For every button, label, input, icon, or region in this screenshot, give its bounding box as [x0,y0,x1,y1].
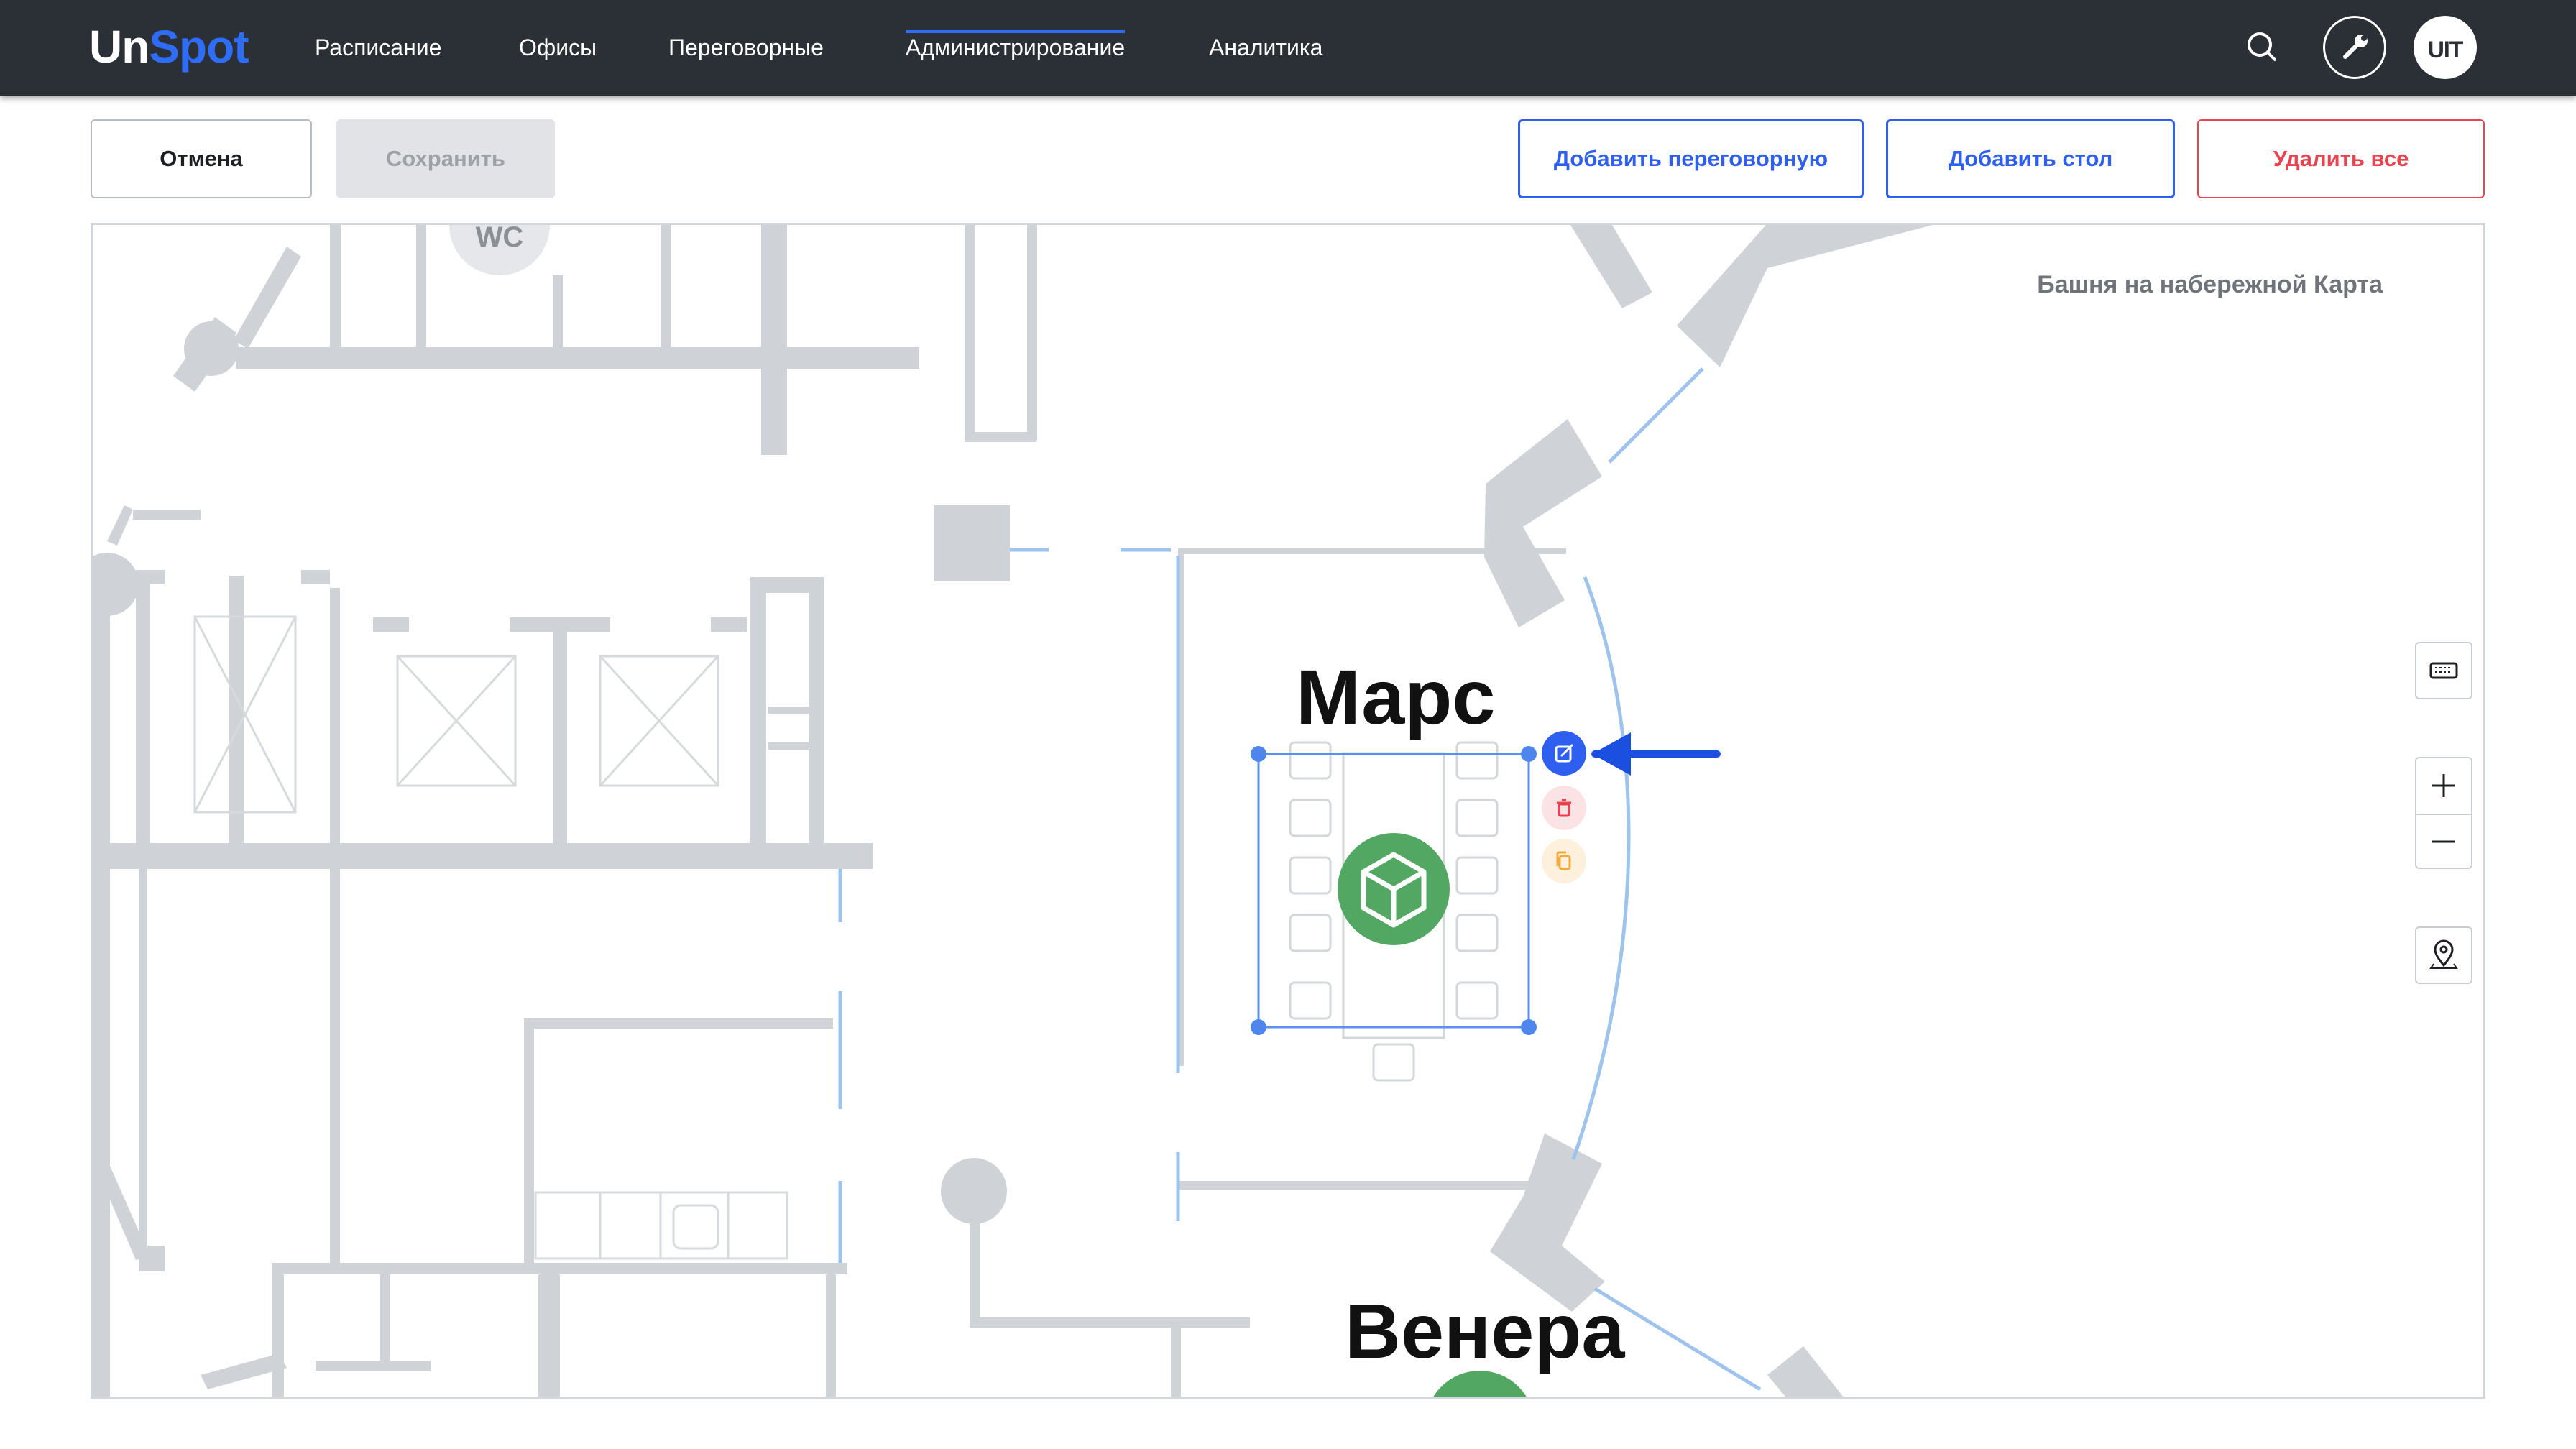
zoom-control [2415,757,2472,869]
pointer-arrow [1591,732,1721,776]
nav-offices[interactable]: Офисы [519,34,597,61]
trash-icon [1557,799,1571,817]
wc-label: WC [476,225,524,253]
floor-plan: WC [93,225,1933,1397]
cancel-button[interactable]: Отмена [91,119,312,198]
zoom-in-button[interactable] [2416,758,2471,813]
delete-room-button[interactable] [1542,786,1586,830]
edit-room-button[interactable] [1542,731,1586,776]
user-avatar[interactable]: UIT [2414,16,2477,79]
room-label-mars[interactable]: Марс [1296,652,1495,742]
copy-icon [1556,851,1571,870]
save-button[interactable]: Сохранить [336,119,555,198]
zoom-out-icon [2432,840,2455,843]
location-pin-icon [2429,939,2458,969]
keyboard-icon [2429,662,2458,679]
settings-tools-button[interactable] [2323,16,2386,79]
unspot-logo[interactable]: UnSpot [89,20,249,73]
delete-all-button[interactable]: Удалить все [2197,119,2485,198]
nav-analytics[interactable]: Аналитика [1209,34,1322,61]
add-meeting-room-button[interactable]: Добавить переговорную [1518,119,1864,198]
keyboard-toggle-control[interactable] [2415,642,2472,699]
nav-administration[interactable]: Администрирование [906,30,1126,61]
avatar-initials: UIT [2427,37,2464,63]
edit-icon [1555,744,1573,763]
search-icon [2248,32,2276,61]
search-button[interactable] [2231,16,2294,79]
walls [93,225,1933,1397]
floor-map-canvas[interactable]: WC Башня на набережной Карта Марс Венера [91,223,2485,1399]
copy-room-button[interactable] [1542,839,1586,883]
nav-meeting-rooms[interactable]: Переговорные [668,34,824,61]
logo-un-text: Un [89,21,150,73]
wrench-icon [2343,34,2368,59]
room-marker-mars[interactable] [1338,833,1450,945]
add-desk-button[interactable]: Добавить стол [1886,119,2175,198]
zoom-out-button[interactable] [2416,814,2471,869]
room-label-venera[interactable]: Венера [1345,1286,1624,1376]
nav-schedule[interactable]: Расписание [315,34,441,61]
top-navigation-bar: UnSpot Расписание Офисы Переговорные Адм… [0,0,2576,96]
map-title: Башня на набережной Карта [2037,271,2383,298]
furniture-outlines [193,615,788,1260]
locate-control[interactable] [2415,926,2472,984]
logo-spot-text: Spot [149,21,249,73]
zoom-in-icon [2432,774,2455,797]
